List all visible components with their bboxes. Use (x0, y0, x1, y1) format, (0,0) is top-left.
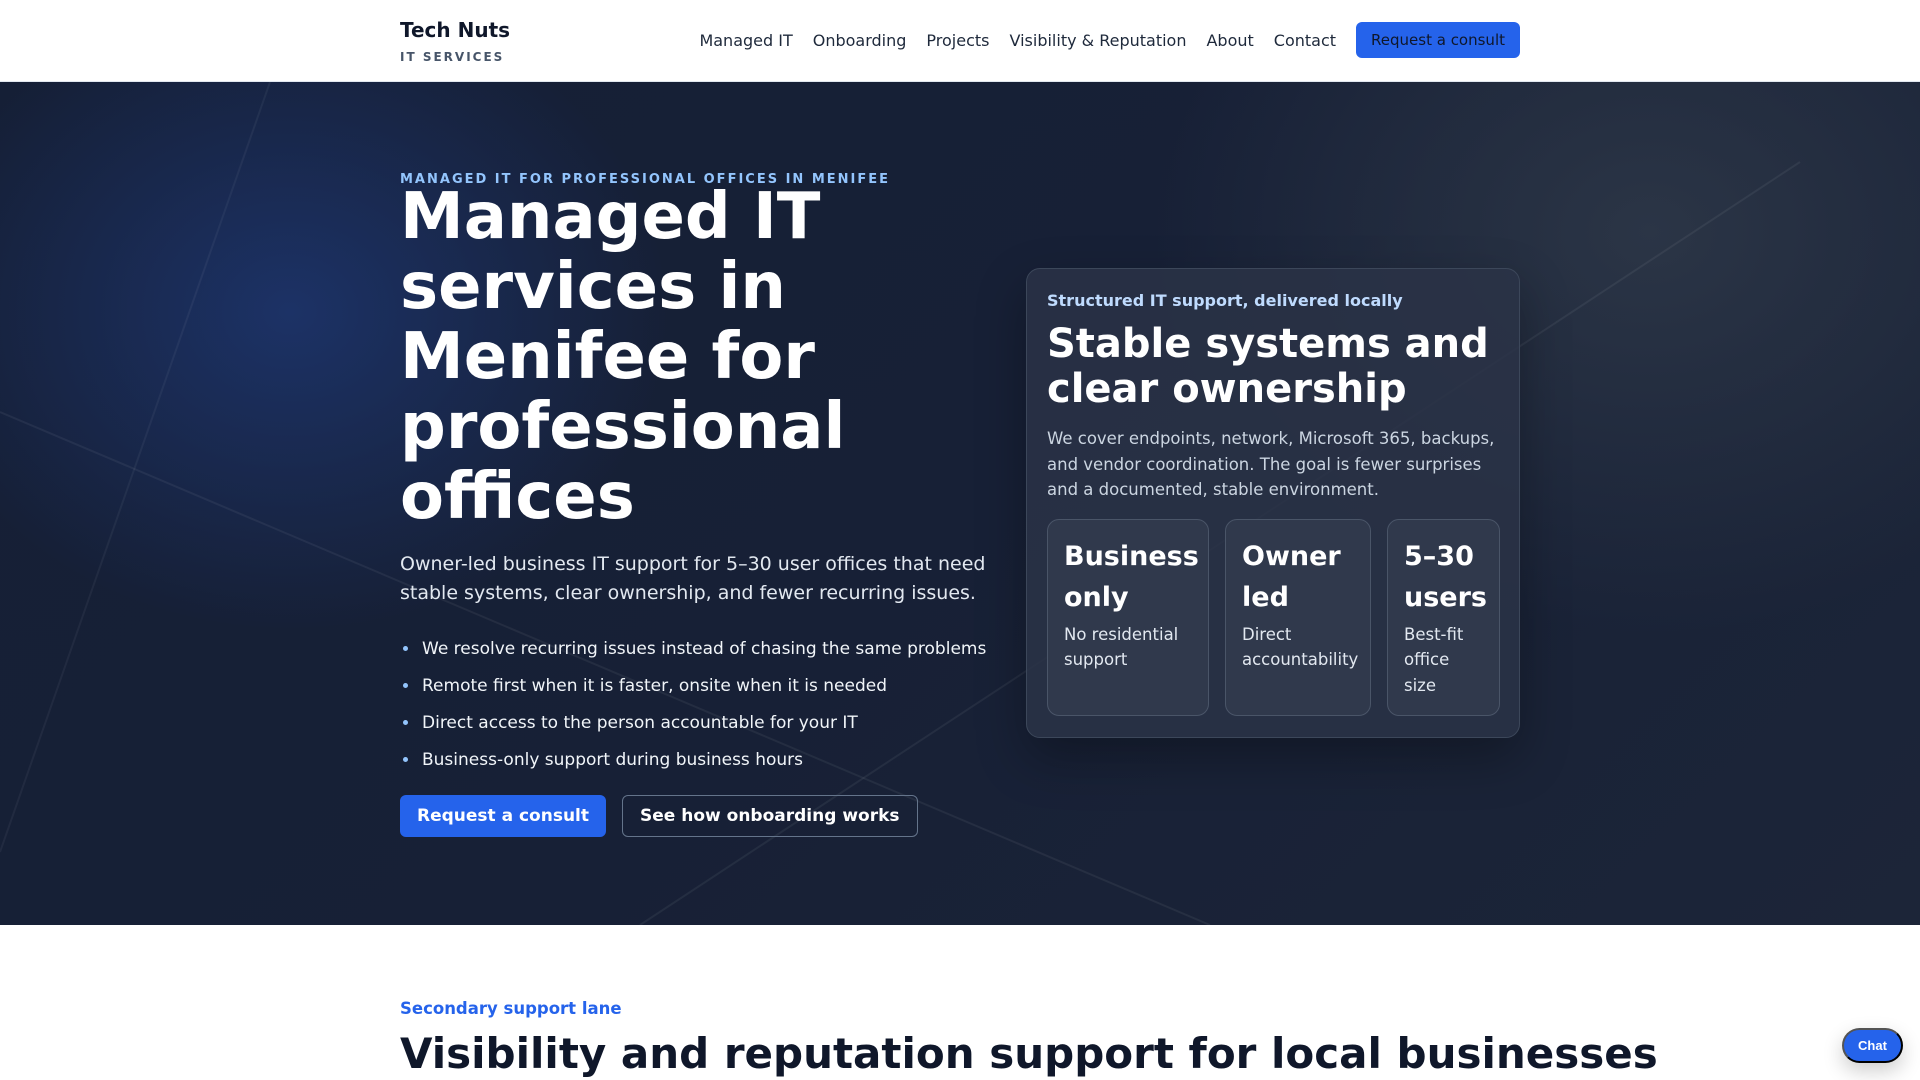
nav-projects[interactable]: Projects (926, 31, 989, 50)
stat-title: 5–30 users (1404, 540, 1487, 613)
stat-title: Owner led (1242, 540, 1341, 613)
stat-text: No residential support (1064, 624, 1179, 670)
card-eyebrow: Structured IT support, delivered locally (1047, 291, 1403, 310)
card-title: Stable systems and clear ownership (1047, 321, 1489, 412)
bullet-text: We resolve recurring issues instead of c… (422, 638, 987, 659)
brand-subtitle: IT SERVICES (400, 50, 505, 64)
card-text: We cover endpoints, network, Microsoft 3… (1047, 429, 1495, 499)
site-header: Tech Nuts IT SERVICES Managed IT Onboard… (0, 0, 1920, 82)
stat-business-only: Business only No residential support (1047, 518, 1209, 716)
bullet-icon (403, 646, 408, 651)
main-nav: Managed IT Onboarding Projects Visibilit… (699, 22, 1520, 58)
section-eyebrow: Secondary support lane (400, 999, 622, 1018)
hero-actions: Request a consult See how onboarding wor… (400, 795, 918, 837)
list-item: Remote first when it is faster, onsite w… (400, 667, 986, 704)
list-item: Business-only support during business ho… (400, 741, 986, 778)
bullet-icon (403, 757, 408, 762)
chat-button[interactable]: Chat (1842, 1028, 1903, 1063)
stat-users: 5–30 users Best-fit office size (1387, 518, 1500, 716)
stats-row: Business only No residential support Own… (1047, 518, 1500, 716)
nav-contact[interactable]: Contact (1274, 31, 1336, 50)
onboarding-button[interactable]: See how onboarding works (622, 795, 918, 837)
nav-about[interactable]: About (1206, 31, 1253, 50)
header-request-consult-button[interactable]: Request a consult (1356, 22, 1520, 58)
section-title: Visibility and reputation support for lo… (400, 1029, 1658, 1078)
bullet-text: Business-only support during business ho… (422, 749, 803, 770)
hero-title: Managed IT services in Menifee for profe… (400, 180, 846, 534)
nav-onboarding[interactable]: Onboarding (813, 31, 907, 50)
stat-title: Business only (1064, 540, 1199, 613)
summary-card: Structured IT support, delivered locally… (1026, 268, 1520, 738)
nav-visibility-reputation[interactable]: Visibility & Reputation (1010, 31, 1187, 50)
list-item: We resolve recurring issues instead of c… (400, 630, 986, 667)
stat-owner-led: Owner led Direct accountability (1225, 518, 1371, 716)
request-consult-button[interactable]: Request a consult (400, 795, 607, 837)
stat-text: Direct accountability (1242, 624, 1359, 670)
stat-text: Best-fit office size (1404, 624, 1464, 695)
brand-logo[interactable]: Tech Nuts IT SERVICES (400, 18, 510, 64)
hero-bullets: We resolve recurring issues instead of c… (400, 630, 986, 778)
bullet-icon (403, 720, 408, 725)
hero-lead: Owner-led business IT support for 5–30 u… (400, 553, 986, 604)
brand-name: Tech Nuts (400, 18, 511, 42)
list-item: Direct access to the person accountable … (400, 704, 986, 741)
bullet-icon (403, 683, 408, 688)
hero-section: MANAGED IT FOR PROFESSIONAL OFFICES IN M… (0, 82, 1920, 925)
bullet-text: Direct access to the person accountable … (422, 712, 858, 733)
bullet-text: Remote first when it is faster, onsite w… (422, 675, 888, 696)
nav-managed-it[interactable]: Managed IT (699, 31, 792, 50)
